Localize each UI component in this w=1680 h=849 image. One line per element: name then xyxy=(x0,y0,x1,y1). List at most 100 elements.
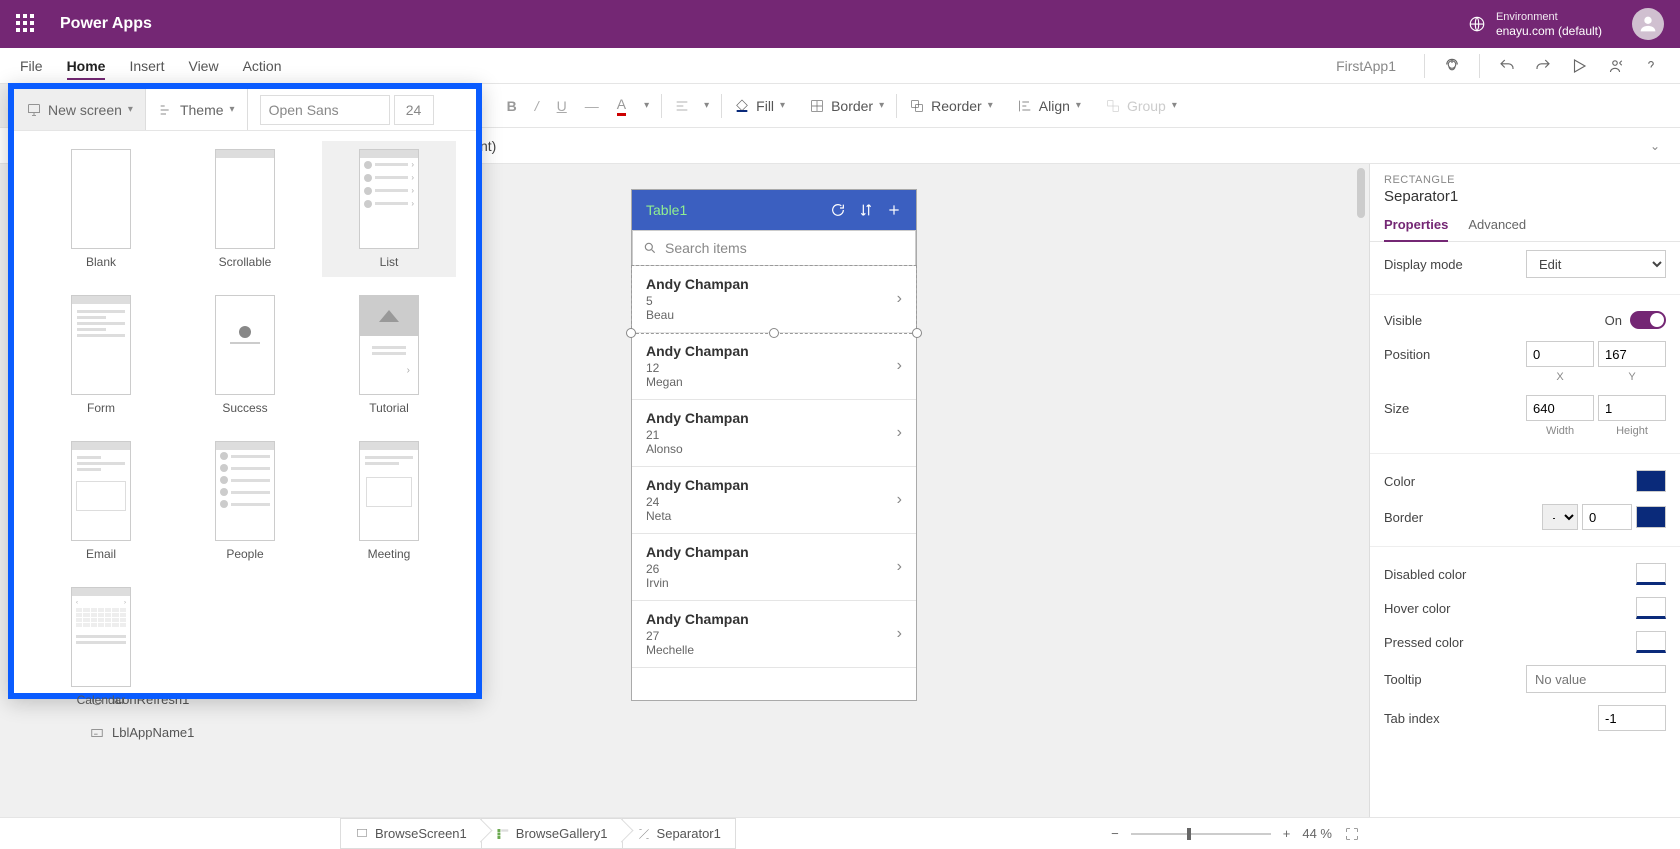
data-source-title: Table1 xyxy=(646,202,687,218)
color-label: Color xyxy=(1384,474,1636,489)
breadcrumb-gallery[interactable]: BrowseGallery1 xyxy=(481,818,622,849)
screen-template-scrollable[interactable]: Scrollable xyxy=(178,141,312,277)
redo-icon[interactable] xyxy=(1534,57,1552,75)
row-number: 5 xyxy=(646,294,897,308)
share-icon[interactable] xyxy=(1606,57,1624,75)
tab-properties[interactable]: Properties xyxy=(1384,217,1448,242)
row-number: 12 xyxy=(646,361,897,375)
screen-template-form[interactable]: Form xyxy=(34,287,168,423)
refresh-icon[interactable] xyxy=(830,202,846,218)
gallery-row[interactable]: Andy Champan 5 Beau › xyxy=(632,266,916,333)
gallery-row[interactable]: Andy Champan 12 Megan › xyxy=(632,333,916,400)
pressed-color-label: Pressed color xyxy=(1384,635,1636,650)
chevron-right-icon[interactable]: › xyxy=(897,290,902,308)
screen-template-people[interactable]: People xyxy=(178,433,312,569)
canvas-scrollbar[interactable] xyxy=(1355,164,1367,817)
strikethrough-icon[interactable]: — xyxy=(585,98,599,114)
align-icon xyxy=(1017,98,1033,114)
play-icon[interactable] xyxy=(1570,57,1588,75)
menu-file[interactable]: File xyxy=(20,58,43,74)
position-y-input[interactable] xyxy=(1598,341,1666,367)
reorder-button[interactable]: Reorder▾ xyxy=(897,84,1005,127)
sort-icon[interactable] xyxy=(858,202,874,218)
bold-icon[interactable]: B xyxy=(507,98,517,114)
gallery-row[interactable]: Andy Champan 21 Alonso › xyxy=(632,400,916,467)
zoom-in-icon[interactable]: + xyxy=(1283,826,1291,841)
tree-item-lblappname[interactable]: LblAppName1 xyxy=(90,725,194,740)
size-width-input[interactable] xyxy=(1526,395,1594,421)
screen-template-blank[interactable]: Blank xyxy=(34,141,168,277)
gallery-row[interactable]: Andy Champan 26 Irvin › xyxy=(632,534,916,601)
new-screen-dropdown: New screen▾ Theme▾ BlankScrollable››››Li… xyxy=(8,83,482,699)
border-width-input[interactable] xyxy=(1582,504,1632,530)
border-label: Border xyxy=(1384,510,1542,525)
help-icon[interactable] xyxy=(1642,57,1660,75)
tab-index-input[interactable] xyxy=(1598,705,1666,731)
underline-icon[interactable]: U xyxy=(557,98,567,114)
menu-action[interactable]: Action xyxy=(243,58,282,74)
size-height-input[interactable] xyxy=(1598,395,1666,421)
italic-icon[interactable]: / xyxy=(535,98,539,114)
chevron-right-icon[interactable]: › xyxy=(897,625,902,643)
visible-toggle[interactable] xyxy=(1630,311,1666,329)
product-title: Power Apps xyxy=(60,15,152,33)
menu-view[interactable]: View xyxy=(188,58,218,74)
align-button[interactable]: Align▾ xyxy=(1005,84,1093,127)
screen-template-tutorial[interactable]: ›Tutorial xyxy=(322,287,456,423)
fill-button[interactable]: Fill▾ xyxy=(722,84,797,127)
zoom-out-icon[interactable]: − xyxy=(1111,826,1119,841)
display-mode-label: Display mode xyxy=(1384,257,1526,272)
breadcrumb-screen[interactable]: BrowseScreen1 xyxy=(340,818,481,849)
row-subtitle: Beau xyxy=(646,308,897,322)
breadcrumb-separator[interactable]: Separator1 xyxy=(622,818,736,849)
hover-color-picker[interactable] xyxy=(1636,597,1666,619)
menu-insert[interactable]: Insert xyxy=(129,58,164,74)
tab-index-label: Tab index xyxy=(1384,711,1598,726)
zoom-slider[interactable] xyxy=(1131,833,1271,835)
border-style-select[interactable]: — xyxy=(1542,504,1578,530)
font-header-input[interactable] xyxy=(260,95,390,125)
group-button[interactable]: Group▾ xyxy=(1093,84,1189,127)
screen-template-meeting[interactable]: Meeting xyxy=(322,433,456,569)
menu-home[interactable]: Home xyxy=(67,58,106,80)
search-input[interactable]: Search items xyxy=(632,230,916,266)
screen-template-success[interactable]: Success xyxy=(178,287,312,423)
chevron-right-icon[interactable]: › xyxy=(897,424,902,442)
screen-template-list[interactable]: ››››List xyxy=(322,141,456,277)
row-number: 27 xyxy=(646,629,897,643)
border-button[interactable]: Border▾ xyxy=(797,84,896,127)
size-header-input[interactable] xyxy=(394,95,434,125)
row-number: 24 xyxy=(646,495,897,509)
chevron-right-icon[interactable]: › xyxy=(897,558,902,576)
border-color-picker[interactable] xyxy=(1636,506,1666,528)
user-avatar[interactable] xyxy=(1632,8,1664,40)
theme-header-button[interactable]: Theme▾ xyxy=(145,89,247,130)
font-color-icon[interactable]: A xyxy=(617,96,626,116)
app-checker-icon[interactable] xyxy=(1443,57,1461,75)
tooltip-input[interactable] xyxy=(1526,665,1666,693)
app-launcher-icon[interactable] xyxy=(16,14,36,34)
formula-expand-icon[interactable]: ⌄ xyxy=(1650,139,1660,153)
disabled-color-picker[interactable] xyxy=(1636,563,1666,585)
text-align-icon[interactable] xyxy=(674,98,690,114)
phone-canvas[interactable]: Table1 Search items Andy Champan 5 Beau … xyxy=(632,190,916,700)
screen-template-calendar[interactable]: ‹›Calendar xyxy=(34,579,168,715)
element-name: Separator1 xyxy=(1384,188,1666,205)
position-x-input[interactable] xyxy=(1526,341,1594,367)
gallery-row[interactable]: Andy Champan 27 Mechelle › xyxy=(632,601,916,668)
chevron-right-icon[interactable]: › xyxy=(897,357,902,375)
add-icon[interactable] xyxy=(886,202,902,218)
undo-icon[interactable] xyxy=(1498,57,1516,75)
tab-advanced[interactable]: Advanced xyxy=(1468,217,1526,241)
formula-text[interactable]: nt) xyxy=(480,138,496,154)
gallery-row[interactable]: Andy Champan 24 Neta › xyxy=(632,467,916,534)
new-screen-header-button[interactable]: New screen▾ xyxy=(14,89,145,130)
fit-screen-icon[interactable] xyxy=(1344,826,1360,842)
display-mode-select[interactable]: Edit xyxy=(1526,250,1666,278)
color-picker[interactable] xyxy=(1636,470,1666,492)
chevron-right-icon[interactable]: › xyxy=(897,491,902,509)
position-label: Position xyxy=(1384,347,1526,362)
screen-template-email[interactable]: Email xyxy=(34,433,168,569)
environment-picker[interactable]: Environment enayu.com (default) xyxy=(1468,10,1602,38)
pressed-color-picker[interactable] xyxy=(1636,631,1666,653)
